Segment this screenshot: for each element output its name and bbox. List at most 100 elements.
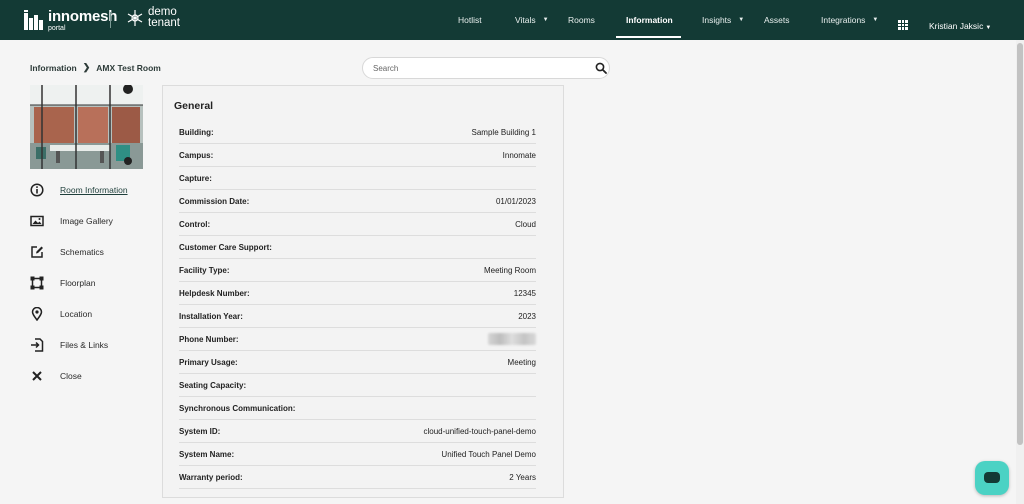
row-label: Campus:	[179, 151, 214, 160]
row-label: Commission Date:	[179, 197, 250, 206]
nav-vitals-label: Vitals	[515, 14, 536, 25]
info-icon	[30, 183, 44, 197]
breadcrumb: Information ❯ AMX Test Room	[30, 62, 161, 73]
innomesh-logo[interactable]: innomesh portal	[24, 8, 117, 32]
edit-icon	[30, 245, 44, 259]
panel-title: General	[174, 100, 214, 112]
redacted-phone-value	[488, 333, 536, 345]
row-label: System Name:	[179, 450, 235, 459]
side-menu-label: Files & Links	[60, 340, 109, 350]
info-row-facility-type: Facility Type: Meeting Room	[179, 259, 536, 282]
side-menu-location[interactable]: Location	[30, 306, 92, 322]
side-menu-label: Floorplan	[60, 278, 96, 288]
top-navigation-bar: innomesh portal demo tenant Hotlist Vita…	[0, 0, 1024, 40]
nav-information-label: Information	[626, 14, 673, 25]
general-info-panel: General Building: Sample Building 1 Camp…	[162, 85, 564, 498]
row-value: Meeting	[507, 358, 536, 367]
chevron-right-icon: ❯	[82, 62, 91, 72]
row-value: Meeting Room	[483, 266, 536, 275]
location-pin-icon	[30, 307, 44, 321]
user-menu[interactable]: Kristian Jaksic ▼	[929, 21, 991, 31]
nav-vitals[interactable]: Vitals ▼	[515, 0, 549, 40]
row-value: Sample Building 1	[471, 128, 536, 137]
breadcrumb-current: AMX Test Room	[96, 62, 161, 73]
row-label: Installation Year:	[179, 312, 243, 321]
row-label: Seating Capacity:	[179, 381, 247, 390]
brand-subtitle: portal	[48, 24, 66, 32]
row-value: cloud-unified-touch-panel-demo	[423, 427, 536, 436]
side-menu-files-links[interactable]: Files & Links	[30, 337, 108, 353]
tenant-line-2: tenant	[148, 16, 180, 29]
breadcrumb-parent[interactable]: Information	[30, 63, 77, 73]
snowflake-icon	[127, 9, 143, 26]
row-label: System ID:	[179, 427, 221, 436]
side-menu-label: Room Information	[60, 185, 128, 195]
tenant-logo: demo tenant	[126, 6, 180, 29]
info-row-warranty-period: Warranty period: 2 Years	[179, 466, 536, 489]
logo-divider	[110, 12, 111, 28]
side-menu-close[interactable]: Close	[30, 368, 82, 384]
info-row-system-id: System ID: cloud-unified-touch-panel-dem…	[179, 420, 536, 443]
apps-grid-icon[interactable]	[898, 20, 908, 30]
side-menu-label: Image Gallery	[60, 216, 113, 226]
caret-down-icon: ▼	[542, 16, 549, 23]
search-box	[362, 57, 610, 79]
nav-integrations-label: Integrations	[821, 14, 866, 25]
info-row-helpdesk-number: Helpdesk Number: 12345	[179, 282, 536, 305]
nav-information[interactable]: Information	[626, 0, 673, 40]
info-row-installation-year: Installation Year: 2023	[179, 305, 536, 328]
nav-assets-label: Assets	[764, 14, 790, 25]
side-menu-room-information[interactable]: Room Information	[30, 182, 128, 198]
nav-rooms-label: Rooms	[568, 14, 595, 25]
row-label: Phone Number:	[179, 335, 239, 344]
row-value: 01/01/2023	[495, 197, 536, 206]
side-menu-image-gallery[interactable]: Image Gallery	[30, 213, 113, 229]
row-label: Warranty period:	[179, 473, 243, 482]
info-row-phone-number: Phone Number:	[179, 328, 536, 351]
row-label: Primary Usage:	[179, 358, 238, 367]
image-icon	[30, 214, 44, 228]
row-label: Building:	[179, 128, 214, 137]
file-link-icon	[30, 338, 44, 352]
info-row-primary-usage: Primary Usage: Meeting	[179, 351, 536, 374]
info-row-seating-capacity: Seating Capacity:	[179, 374, 536, 397]
row-value: 2023	[518, 312, 536, 321]
user-name: Kristian Jaksic	[929, 21, 984, 31]
side-menu-label: Location	[60, 309, 93, 319]
row-label: Control:	[179, 220, 211, 229]
caret-down-icon: ▼	[985, 25, 992, 31]
nav-insights[interactable]: Insights ▼	[702, 0, 744, 40]
row-label: Customer Care Support:	[179, 243, 272, 252]
search-input[interactable]	[373, 62, 573, 75]
info-row-customer-care: Customer Care Support:	[179, 236, 536, 259]
room-photo	[30, 85, 143, 169]
close-icon	[30, 369, 44, 383]
innomesh-logo-icon	[24, 10, 44, 30]
row-label: Synchronous Communication:	[179, 404, 296, 413]
chat-button[interactable]	[975, 461, 1009, 495]
scrollbar-thumb[interactable]	[1017, 43, 1023, 445]
floorplan-icon	[30, 276, 44, 290]
caret-down-icon: ▼	[738, 16, 745, 23]
row-label: Helpdesk Number:	[179, 289, 250, 298]
search-icon[interactable]	[595, 62, 607, 74]
row-value: 12345	[513, 289, 536, 298]
row-value: 2 Years	[509, 473, 536, 482]
brand-name: innomesh	[48, 7, 118, 25]
side-menu-floorplan[interactable]: Floorplan	[30, 275, 95, 291]
info-row-campus: Campus: Innomate	[179, 144, 536, 167]
row-label: Facility Type:	[179, 266, 230, 275]
nav-integrations[interactable]: Integrations ▼	[821, 0, 878, 40]
row-value: Cloud	[515, 220, 536, 229]
info-row-capture: Capture:	[179, 167, 536, 190]
row-value: Unified Touch Panel Demo	[441, 450, 536, 459]
nav-assets[interactable]: Assets	[764, 0, 790, 40]
caret-down-icon: ▼	[872, 16, 879, 23]
active-nav-indicator	[616, 36, 681, 38]
nav-rooms[interactable]: Rooms	[568, 0, 595, 40]
side-menu-label: Schematics	[60, 247, 104, 257]
row-value: Innomate	[502, 151, 536, 160]
nav-hotlist[interactable]: Hotlist	[458, 0, 482, 40]
side-menu-schematics[interactable]: Schematics	[30, 244, 104, 260]
info-row-building: Building: Sample Building 1	[179, 121, 536, 144]
